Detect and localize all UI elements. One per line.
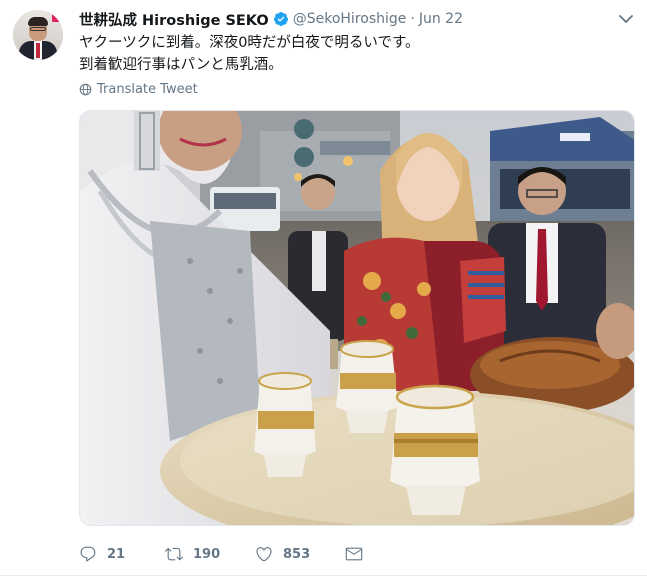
tweet-header: 世耕弘成 Hiroshige SEKO @SekoHiroshige · Jun…	[79, 9, 463, 29]
tweet-date[interactable]: Jun 22	[419, 11, 463, 27]
header-separator: ·	[410, 11, 415, 27]
heart-icon	[256, 547, 272, 562]
verified-badge-icon	[273, 12, 288, 26]
envelope-icon	[345, 547, 363, 561]
globe-icon	[79, 83, 92, 96]
retweet-icon	[165, 547, 183, 561]
author-avatar[interactable]	[13, 10, 63, 60]
reply-icon	[80, 546, 96, 562]
tweet-actions: 21 190 853	[79, 541, 379, 567]
author-name[interactable]: 世耕弘成 Hiroshige SEKO	[79, 9, 269, 30]
tweet-text-line: 到着歓迎行事はパンと馬乳酒。	[79, 57, 283, 73]
translate-tweet-link[interactable]: Translate Tweet	[79, 82, 198, 97]
direct-message-button[interactable]	[345, 541, 363, 567]
reply-button[interactable]: 21	[79, 541, 125, 567]
photo-illustration	[80, 111, 634, 525]
retweet-count: 190	[193, 546, 221, 562]
tweet-photo[interactable]	[79, 110, 635, 526]
tweet-card[interactable]: 世耕弘成 Hiroshige SEKO @SekoHiroshige · Jun…	[0, 0, 647, 576]
tweet-text: ヤクーツクに到着。深夜0時だが白夜で明るいです。 到着歓迎行事はパンと馬乳酒。	[79, 32, 634, 76]
tweet-text-line: ヤクーツクに到着。深夜0時だが白夜で明るいです。	[79, 35, 420, 51]
translate-label: Translate Tweet	[97, 82, 198, 97]
like-count: 853	[283, 546, 311, 562]
reply-count: 21	[107, 546, 126, 562]
author-handle[interactable]: @SekoHiroshige	[293, 11, 407, 27]
like-button[interactable]: 853	[255, 541, 310, 567]
retweet-button[interactable]: 190	[165, 541, 220, 567]
chevron-down-icon[interactable]	[617, 12, 635, 26]
